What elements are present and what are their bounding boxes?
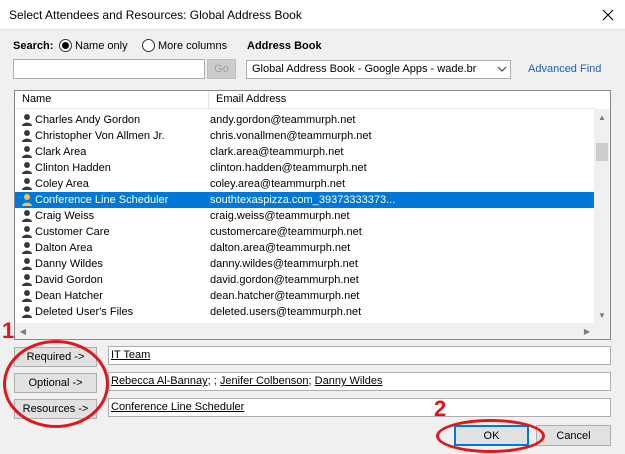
address-list[interactable]: Name Email Address Charles Andy Gordon an… <box>14 90 611 340</box>
contact-email: southtexaspizza.com_39373333373... <box>210 194 396 206</box>
contact-email: chris.vonallmen@teammurph.net <box>210 130 372 142</box>
resources-field[interactable]: Conference Line Scheduler <box>108 398 611 417</box>
cancel-button[interactable]: Cancel <box>536 425 611 446</box>
advanced-find-link[interactable]: Advanced Find <box>528 63 601 75</box>
vertical-scrollbar[interactable]: ▲ ▼ <box>594 109 610 323</box>
person-icon <box>20 289 34 303</box>
contact-email: david.gordon@teammurph.net <box>210 274 359 286</box>
more-columns-label[interactable]: More columns <box>158 40 227 52</box>
scroll-thumb[interactable] <box>596 143 608 161</box>
resource-recipient: Conference Line Scheduler <box>111 401 245 413</box>
table-row[interactable]: Christopher Von Allmen Jr. chris.vonallme… <box>15 128 595 144</box>
window-title: Select Attendees and Resources: Global A… <box>9 8 302 22</box>
contact-name: Dalton Area <box>35 242 93 254</box>
required-recipient: IT Team <box>111 349 151 361</box>
person-icon <box>20 209 34 223</box>
table-row[interactable]: Clinton Hadden clinton.hadden@teammurph.n… <box>15 160 595 176</box>
person-icon <box>20 257 34 271</box>
contact-email: craig.weiss@teammurph.net <box>210 210 350 222</box>
table-row[interactable]: Charles Andy Gordon andy.gordon@teammurph… <box>15 112 595 128</box>
recipient-separator: ; <box>213 375 217 387</box>
person-icon <box>20 145 34 159</box>
list-header: Name Email Address <box>15 91 595 109</box>
contact-name: David Gordon <box>35 274 103 286</box>
scroll-up-icon[interactable]: ▲ <box>594 109 610 125</box>
table-row[interactable]: Craig Weiss craig.weiss@teammurph.net <box>15 208 595 224</box>
person-icon <box>20 225 34 239</box>
contact-name: Christopher Von Allmen Jr. <box>35 130 165 142</box>
scroll-down-icon[interactable]: ▼ <box>594 307 610 323</box>
contact-email: dean.hatcher@teammurph.net <box>210 290 360 302</box>
column-header-name[interactable]: Name <box>15 91 209 109</box>
person-icon <box>20 241 34 255</box>
address-book-select[interactable]: Global Address Book - Google Apps - wade… <box>246 60 511 79</box>
chevron-down-icon <box>497 64 507 77</box>
scroll-right-icon[interactable]: ▶ <box>579 323 595 339</box>
scroll-corner <box>594 323 610 339</box>
contact-email: coley.area@teammurph.net <box>210 178 346 190</box>
contact-name: Clinton Hadden <box>35 162 111 174</box>
contact-email: deleted.users@teammurph.net <box>210 306 362 318</box>
optional-field[interactable]: Rebecca Al-Bannay; ; Jenifer Colbenson; … <box>108 372 611 391</box>
contact-name: Customer Care <box>35 226 110 238</box>
annotation-circle-1 <box>3 340 109 428</box>
list-rows: Charles Andy Gordon andy.gordon@teammurph… <box>15 112 595 320</box>
column-header-email[interactable]: Email Address <box>216 93 286 105</box>
contact-email: customercare@teammurph.net <box>210 226 362 238</box>
table-row[interactable]: Coley Area coley.area@teammurph.net <box>15 176 595 192</box>
table-row[interactable]: Clark Area clark.area@teammurph.net <box>15 144 595 160</box>
contact-email: clark.area@teammurph.net <box>210 146 344 158</box>
search-input[interactable] <box>13 59 205 79</box>
table-row[interactable]: Dalton Area dalton.area@teammurph.net <box>15 240 595 256</box>
contact-email: dalton.area@teammurph.net <box>210 242 351 254</box>
search-label: Search: <box>13 40 54 52</box>
table-row[interactable]: David Gordon david.gordon@teammurph.net <box>15 272 595 288</box>
required-field[interactable]: IT Team <box>108 346 611 365</box>
annotation-number-1: 1 <box>2 318 15 343</box>
contact-email: andy.gordon@teammurph.net <box>210 114 356 126</box>
contact-name: Conference Line Scheduler <box>35 194 169 206</box>
name-only-radio[interactable] <box>59 39 72 52</box>
person-icon <box>20 193 34 207</box>
table-row[interactable]: Deleted User's Files deleted.users@teammu… <box>15 304 595 320</box>
scroll-left-icon[interactable]: ◀ <box>15 323 31 339</box>
recipient-separator: ; <box>308 375 312 387</box>
table-row[interactable]: Customer Care customercare@teammurph.net <box>15 224 595 240</box>
annotation-circle-2 <box>436 419 545 453</box>
person-icon <box>20 273 34 287</box>
person-icon <box>20 161 34 175</box>
person-icon <box>20 113 34 127</box>
contact-name: Coley Area <box>35 178 89 190</box>
contact-name: Danny Wildes <box>35 258 103 270</box>
contact-email: clinton.hadden@teammurph.net <box>210 162 367 174</box>
contact-name: Craig Weiss <box>35 210 95 222</box>
person-icon <box>20 305 34 319</box>
optional-recipient: Danny Wildes <box>314 375 383 387</box>
title-bar: Select Attendees and Resources: Global A… <box>0 0 625 30</box>
address-book-label: Address Book <box>247 40 322 52</box>
contact-name: Deleted User's Files <box>35 306 134 318</box>
go-button[interactable]: Go <box>207 59 236 79</box>
table-row[interactable]: Dean Hatcher dean.hatcher@teammurph.net <box>15 288 595 304</box>
more-columns-radio[interactable] <box>142 39 155 52</box>
address-book-value: Global Address Book - Google Apps - wade… <box>252 63 477 75</box>
contact-name: Clark Area <box>35 146 87 158</box>
close-icon[interactable] <box>597 4 619 26</box>
name-only-label[interactable]: Name only <box>75 40 128 52</box>
recipient-separator: ; <box>207 375 211 387</box>
optional-recipient: Rebecca Al-Bannay <box>111 375 208 387</box>
table-row[interactable]: Conference Line Scheduler southtexaspizza… <box>15 192 595 208</box>
contact-name: Dean Hatcher <box>35 290 103 302</box>
horizontal-scrollbar[interactable]: ◀ ▶ <box>15 323 595 339</box>
person-icon <box>20 129 34 143</box>
contact-email: danny.wildes@teammurph.net <box>210 258 358 270</box>
contact-name: Charles Andy Gordon <box>35 114 141 126</box>
optional-recipient: Jenifer Colbenson <box>219 375 309 387</box>
annotation-number-2: 2 <box>434 396 447 421</box>
person-icon <box>20 177 34 191</box>
table-row[interactable]: Danny Wildes danny.wildes@teammurph.net <box>15 256 595 272</box>
